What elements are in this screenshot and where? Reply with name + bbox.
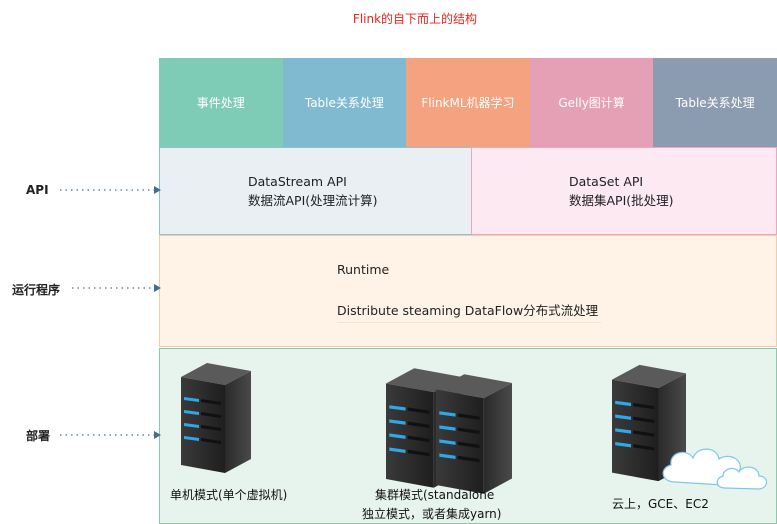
library-row: 事件处理 Table关系处理 FlinkML机器学习 Gelly图计算 Tabl…: [159, 58, 777, 147]
side-label-runtime: 运行程序: [12, 283, 61, 297]
library-flinkml: FlinkML机器学习: [406, 58, 530, 147]
library-gelly: Gelly图计算: [529, 58, 654, 147]
datastream-api-title: DataStream API: [248, 174, 347, 189]
runtime-underline: [337, 322, 601, 323]
datastream-api-desc: 数据流API(处理流计算): [248, 193, 378, 208]
datastream-api-box: DataStream API 数据流API(处理流计算): [159, 147, 472, 235]
server-icon-single: [181, 363, 251, 473]
dataset-api-title: DataSet API: [569, 174, 644, 189]
deploy-single-label: 单机模式(单个虚拟机): [170, 488, 288, 502]
deploy-cloud-label: 云上，GCE、EC2: [612, 497, 709, 511]
deploy-cluster-label-2: 独立模式，或者集成yarn): [362, 507, 502, 521]
arrow-api: [60, 186, 161, 194]
runtime-description: Distribute steaming DataFlow分布式流处理: [337, 303, 599, 318]
library-table-relational: Table关系处理: [282, 58, 407, 147]
side-label-deploy: 部署: [26, 429, 51, 443]
side-label-api: API: [26, 183, 49, 197]
library-event-processing: 事件处理: [159, 58, 283, 147]
dataset-api-desc: 数据集API(批处理): [569, 193, 674, 208]
library-table-relational-2: Table关系处理: [653, 58, 777, 147]
runtime-box: Runtime Distribute steaming DataFlow分布式流…: [159, 235, 777, 347]
arrow-runtime: [72, 284, 161, 292]
server-icon-cluster-2: [436, 374, 512, 494]
deploy-cluster-label-1: 集群模式(standalone: [375, 488, 495, 502]
runtime-label: Runtime: [337, 262, 390, 277]
dataset-api-box: DataSet API 数据集API(批处理): [471, 147, 777, 235]
diagram-title: Flink的自下而上的结构: [352, 12, 478, 26]
cloud-icon: [662, 448, 768, 490]
arrow-deploy: [60, 431, 161, 439]
